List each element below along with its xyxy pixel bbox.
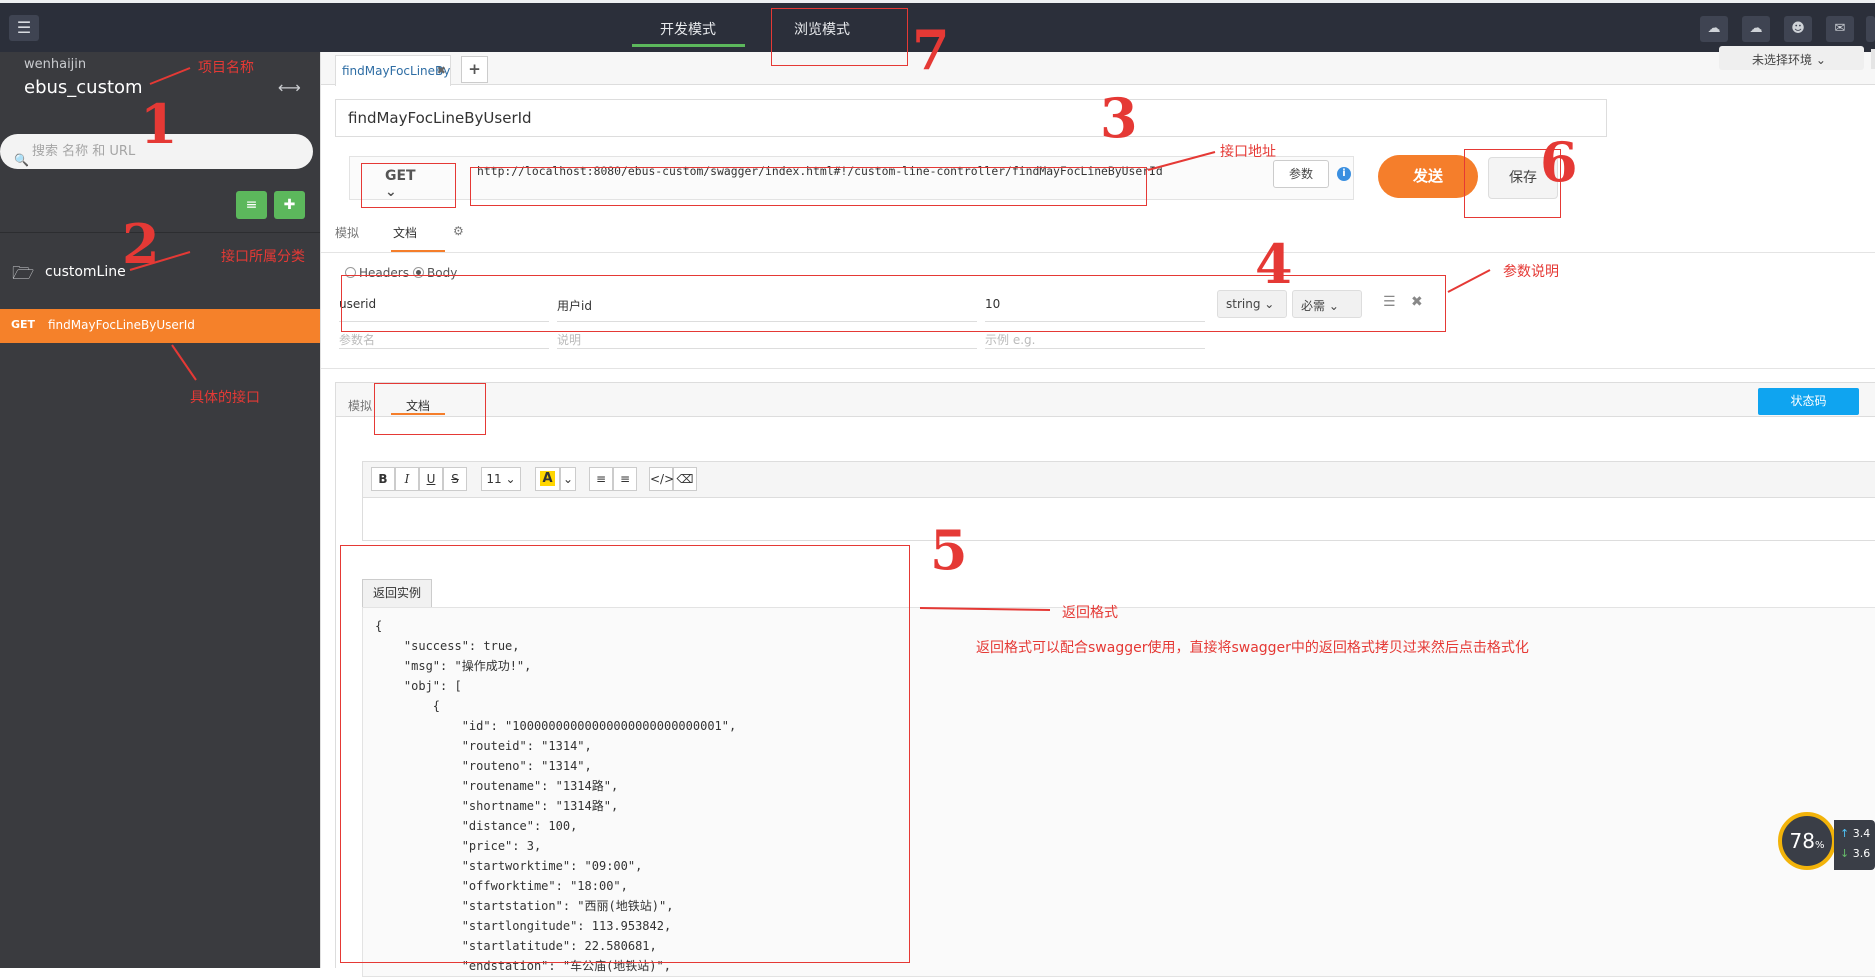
divider <box>557 348 977 349</box>
annotation-number-1: 1 <box>140 92 178 156</box>
underline-icon[interactable]: U <box>419 467 443 491</box>
project-name: ebus_custom <box>24 77 143 98</box>
code-icon[interactable]: </> <box>649 467 674 491</box>
cpu-usage-badge[interactable]: 78% <box>1778 812 1836 870</box>
annotation-param-desc: 参数说明 <box>1503 264 1559 280</box>
network-speed: ↑ 3.4 ↓ 3.6 <box>1834 820 1875 870</box>
download-speed: ↓ 3.6 <box>1840 844 1875 864</box>
annotation-box-url <box>470 167 1147 206</box>
divider <box>0 232 320 233</box>
rich-text-editor[interactable]: B I U S 11 ⌄ A ⌄ ≡ ≡ </> ⌫ <box>362 461 1875 541</box>
divider <box>321 252 1875 253</box>
font-size-select[interactable]: 11 ⌄ <box>481 467 521 491</box>
upload-speed: ↑ 3.4 <box>1840 824 1875 844</box>
annotation-category: 接口所属分类 <box>221 249 305 265</box>
arrow-up-icon: ↑ <box>1840 827 1850 840</box>
bold-icon[interactable]: B <box>371 467 395 491</box>
doc-tab-title: findMayFocLineByUserId <box>342 64 451 78</box>
annotation-number-4: 4 <box>1255 232 1293 296</box>
divider <box>339 348 549 349</box>
cloud-upload-icon[interactable]: ☁ <box>1700 16 1728 42</box>
eraser-icon[interactable]: ⌫ <box>673 467 697 491</box>
folder-open-icon: 🗁 <box>12 263 35 284</box>
divider <box>321 368 1875 369</box>
add-folder-button[interactable]: ✚ <box>274 191 305 219</box>
send-button[interactable]: 发送 <box>1378 155 1478 198</box>
cpu-unit: % <box>1814 840 1825 851</box>
menu-icon[interactable]: ☰ <box>9 15 39 41</box>
font-size-value: 11 <box>486 472 502 486</box>
divider <box>985 348 1205 349</box>
settings-icon[interactable]: ⚙ <box>453 224 464 238</box>
doc-tab[interactable]: findMayFocLineByUserId ✖ <box>335 55 451 86</box>
annotation-return-format: 返回格式 <box>1062 605 1118 621</box>
response-tab-bar <box>336 383 1875 417</box>
annotation-box-response <box>340 545 910 963</box>
status-code-button[interactable]: 状态码 <box>1758 388 1859 415</box>
tab-mock[interactable]: 模拟 <box>348 397 372 414</box>
add-tab-button[interactable]: + <box>461 56 488 83</box>
api-name-input[interactable]: findMayFocLineByUserId <box>335 99 1607 137</box>
share-icon[interactable]: ⟷ <box>278 78 301 97</box>
annotation-number-6: 6 <box>1540 130 1578 194</box>
download-value: 3.6 <box>1852 847 1871 860</box>
user-icon[interactable]: ☻ <box>1784 16 1812 42</box>
annotation-box-doc-tab <box>374 383 486 435</box>
italic-icon[interactable]: I <box>395 467 419 491</box>
cpu-percent: 78 <box>1789 829 1815 853</box>
cloud-download-icon[interactable]: ☁ <box>1742 16 1770 42</box>
active-tab-indicator <box>632 44 745 47</box>
numbered-list-icon[interactable]: ≡ <box>613 467 637 491</box>
annotation-box-browse-mode <box>771 8 908 66</box>
annotation-number-2: 2 <box>122 212 160 276</box>
highlight-color-icon[interactable]: A <box>535 467 560 491</box>
info-icon[interactable]: i <box>1337 167 1351 181</box>
doc-tab-bar: findMayFocLineByUserId ✖ + <box>321 52 1875 86</box>
env-select[interactable]: 未选择环境 ⌄ <box>1719 46 1864 70</box>
sidebar-item-api[interactable]: GET findMayFocLineByUserId <box>0 309 320 343</box>
annotation-specific-api: 具体的接口 <box>190 390 260 406</box>
chevron-down-icon[interactable]: ⌄ <box>560 467 576 491</box>
tab-mock[interactable]: 模拟 <box>335 224 359 241</box>
search-placeholder: 搜索 名称 和 URL <box>32 144 136 159</box>
strikethrough-icon[interactable]: S <box>443 467 467 491</box>
param-name-placeholder[interactable]: 参数名 <box>339 331 375 348</box>
collapse-all-button[interactable]: ≡ <box>236 191 267 219</box>
annotation-api-address: 接口地址 <box>1220 144 1276 160</box>
folder-label: customLine <box>45 264 126 280</box>
api-label: findMayFocLineByUserId <box>48 318 195 332</box>
annotation-return-note: 返回格式可以配合swagger使用，直接将swagger中的返回格式拷贝过来然后… <box>976 640 1529 656</box>
project-owner: wenhaijin <box>24 57 87 72</box>
env-label: 未选择环境 <box>1752 53 1813 67</box>
tab-doc[interactable]: 文档 <box>393 224 417 241</box>
close-icon[interactable]: ✖ <box>437 64 446 77</box>
params-button[interactable]: 参数 <box>1273 160 1329 188</box>
param-example-placeholder[interactable]: 示例 e.g. <box>985 331 1035 348</box>
annotation-number-5: 5 <box>930 518 968 582</box>
eye-icon[interactable] <box>1871 49 1875 69</box>
param-desc-placeholder[interactable]: 说明 <box>557 331 581 348</box>
sidebar: wenhaijin ebus_custom ⟷ 🔍 搜索 名称 和 URL ≡ … <box>0 52 320 968</box>
search-icon: 🔍 <box>14 153 29 167</box>
annotation-project-name: 项目名称 <box>198 60 254 76</box>
arrow-down-icon: ↓ <box>1840 847 1850 860</box>
bullet-list-icon[interactable]: ≡ <box>589 467 613 491</box>
chevron-down-icon: ⌄ <box>1815 53 1826 67</box>
tab-dev-mode[interactable]: 开发模式 <box>660 19 716 39</box>
annotation-number-7: 7 <box>912 18 950 82</box>
annotation-number-3: 3 <box>1100 86 1138 150</box>
api-method-badge: GET <box>11 318 36 331</box>
editor-toolbar: B I U S 11 ⌄ A ⌄ ≡ ≡ </> ⌫ <box>363 462 1875 498</box>
chat-icon[interactable]: ✉ <box>1826 16 1854 42</box>
annotation-box-method <box>361 163 456 208</box>
more-icon[interactable] <box>1866 16 1875 42</box>
upload-value: 3.4 <box>1852 827 1871 840</box>
